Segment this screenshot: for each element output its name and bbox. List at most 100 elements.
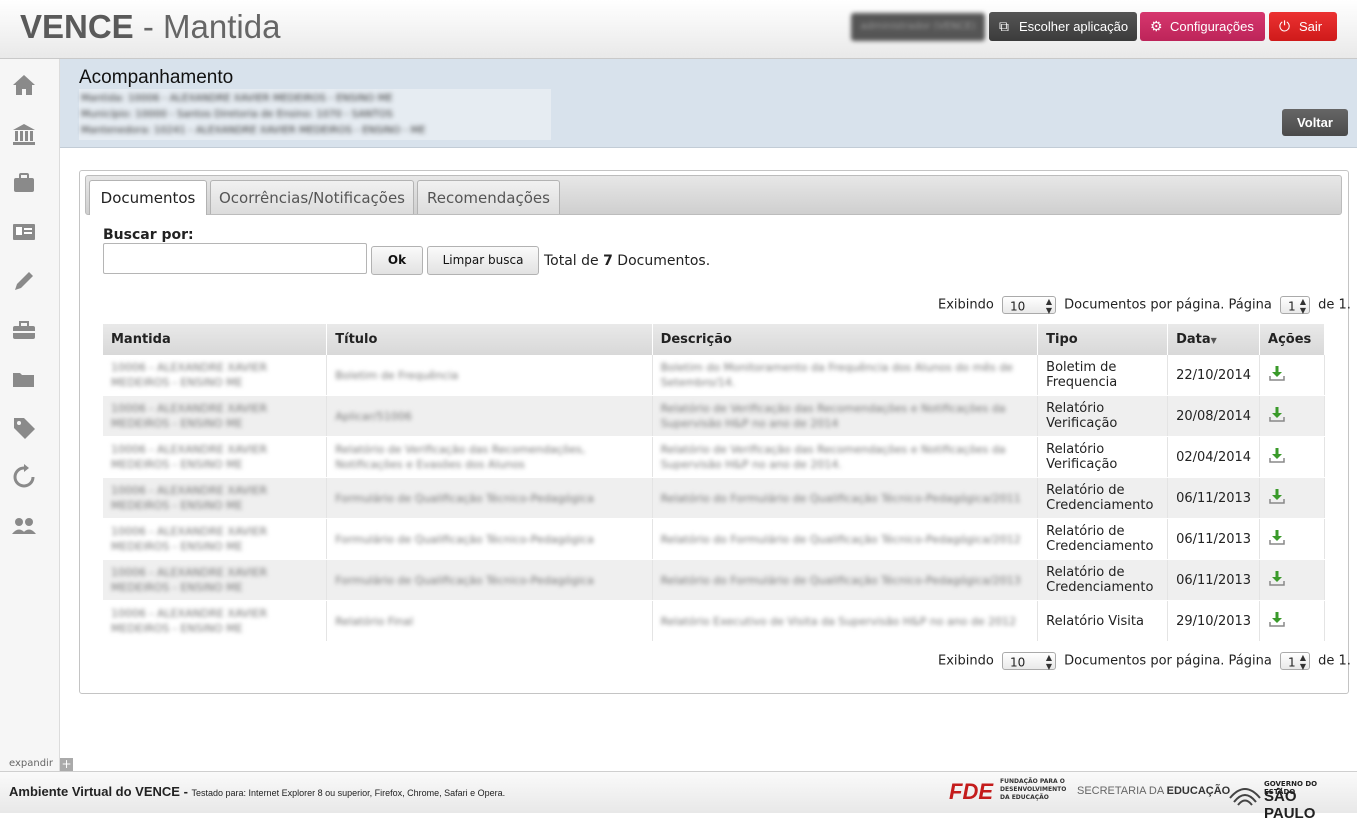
footer: Ambiente Virtual do VENCE - Testado para… <box>0 771 1357 822</box>
window-icon: ⧉ <box>999 18 1009 34</box>
cell-data: 02/04/2014 <box>1167 436 1261 478</box>
select-arrows-icon: ▲ ▼ <box>1299 297 1306 315</box>
cell-mantida: 10006 - ALEXANDRE XAVIER MEDEIROS - ENSI… <box>103 395 328 437</box>
pager-showing: Exibindo <box>938 653 994 669</box>
briefcase-icon[interactable] <box>10 169 38 197</box>
cell-titulo: Relatório de Verificação das Recomendaçõ… <box>326 436 653 478</box>
tag-icon[interactable] <box>10 414 38 442</box>
cell-acoes <box>1259 395 1325 437</box>
col-descricao[interactable]: Descrição <box>652 324 1039 355</box>
col-mantida[interactable]: Mantida <box>103 324 328 355</box>
settings-button[interactable]: ⚙ Configurações <box>1140 12 1265 41</box>
table-row: 10006 - ALEXANDRE XAVIER MEDEIROS - ENSI… <box>103 559 1325 601</box>
folder-icon[interactable] <box>10 365 38 393</box>
select-arrows-icon: ▲ ▼ <box>1299 653 1306 671</box>
cell-acoes <box>1259 477 1325 519</box>
page-select[interactable]: 1 ▲ ▼ <box>1279 652 1310 671</box>
cell-descricao: Relatório de Verificação das Recomendaçõ… <box>652 395 1039 437</box>
toolbox-icon[interactable] <box>10 316 38 344</box>
tab-bar: Documentos Ocorrências/Notificações Reco… <box>85 175 1342 215</box>
pager-of-text: de 1. <box>1318 653 1351 669</box>
gov-emblem-icon <box>1229 788 1261 806</box>
page-select[interactable]: 1 ▲ ▼ <box>1279 296 1310 315</box>
table-row: 10006 - ALEXANDRE XAVIER MEDEIROS - ENSI… <box>103 477 1325 519</box>
cell-acoes <box>1259 600 1325 642</box>
cell-tipo: Relatório de Credenciamento <box>1037 477 1169 519</box>
col-data[interactable]: Data▼ <box>1167 324 1261 355</box>
col-titulo[interactable]: Título <box>326 324 653 355</box>
cell-tipo: Relatório de Credenciamento <box>1037 559 1169 601</box>
cell-acoes <box>1259 355 1325 396</box>
cell-mantida: 10006 - ALEXANDRE XAVIER MEDEIROS - ENSI… <box>103 600 328 642</box>
footer-title: Ambiente Virtual do VENCE - Testado para… <box>9 784 506 799</box>
cell-mantida: 10006 - ALEXANDRE XAVIER MEDEIROS - ENSI… <box>103 436 328 478</box>
user-badge[interactable]: administrador (VENCE) <box>851 13 985 41</box>
download-icon[interactable] <box>1268 448 1286 468</box>
per-page-select[interactable]: 10 ▲ ▼ <box>1001 296 1056 315</box>
info-line: Mantida: 10006 - ALEXANDRE XAVIER MEDEIR… <box>81 93 393 104</box>
cell-descricao: Relatório do Formulário de Qualificação … <box>652 518 1039 560</box>
total-documents: Total de 7 Documentos. <box>544 253 711 269</box>
cell-titulo: Formulário de Qualificação Técnico-Pedag… <box>326 559 653 601</box>
table-row: 10006 - ALEXANDRE XAVIER MEDEIROS - ENSI… <box>103 518 1325 560</box>
expand-label: expandir <box>9 758 53 769</box>
brand-title: VENCE - Mantida <box>20 8 281 45</box>
cell-tipo: Boletim de Frequencia <box>1037 355 1169 396</box>
cell-titulo: Formulário de Qualificação Técnico-Pedag… <box>326 518 653 560</box>
gear-icon: ⚙ <box>1150 18 1163 34</box>
cell-data: 06/11/2013 <box>1167 518 1261 560</box>
users-icon[interactable] <box>10 512 38 540</box>
secretaria-logo: SECRETARIA DA EDUCAÇÃO <box>1077 785 1231 797</box>
home-icon[interactable] <box>10 71 38 99</box>
pencil-icon[interactable] <box>10 267 38 295</box>
tab-ocorrencias[interactable]: Ocorrências/Notificações <box>210 180 414 214</box>
cell-tipo: Relatório Visita <box>1037 600 1169 642</box>
plus-icon[interactable]: + <box>60 758 73 771</box>
cell-titulo: Relatório Final <box>326 600 653 642</box>
download-icon[interactable] <box>1268 407 1286 427</box>
cell-descricao: Relatório do Formulário de Qualificação … <box>652 477 1039 519</box>
sort-desc-icon: ▼ <box>1210 336 1217 345</box>
info-line: Município: 10000 - Santos Diretoria de E… <box>81 109 393 120</box>
download-icon[interactable] <box>1268 612 1286 632</box>
cell-descricao: Relatório do Formulário de Qualificação … <box>652 559 1039 601</box>
table-row: 10006 - ALEXANDRE XAVIER MEDEIROS - ENSI… <box>103 436 1325 478</box>
download-icon[interactable] <box>1268 530 1286 550</box>
cell-descricao: Relatório de Verificação das Recomendaçõ… <box>652 436 1039 478</box>
download-icon[interactable] <box>1268 489 1286 509</box>
back-button[interactable]: Voltar <box>1282 109 1348 136</box>
refresh-icon[interactable] <box>10 463 38 491</box>
clear-search-button[interactable]: Limpar busca <box>427 246 539 275</box>
tab-recomendacoes[interactable]: Recomendações <box>417 180 560 214</box>
search-label: Buscar por: <box>103 227 194 243</box>
search-input[interactable] <box>103 243 367 274</box>
power-icon: ⏻ <box>1279 18 1291 34</box>
id-card-icon[interactable] <box>10 218 38 246</box>
tab-documentos[interactable]: Documentos <box>89 180 207 215</box>
cell-data: 06/11/2013 <box>1167 559 1261 601</box>
select-arrows-icon: ▲ ▼ <box>1045 653 1052 671</box>
fde-subtitle: FUNDAÇÃO PARA O DESENVOLVIMENTO DA EDUCAÇÃ… <box>1000 778 1067 801</box>
per-page-select[interactable]: 10 ▲ ▼ <box>1001 652 1056 671</box>
sidebar <box>0 59 60 771</box>
logout-button[interactable]: ⏻ Sair <box>1269 12 1337 41</box>
expand-sidebar[interactable]: expandir + <box>0 756 76 772</box>
cell-data: 06/11/2013 <box>1167 477 1261 519</box>
pager-bottom: Exibindo 10 ▲ ▼ Documentos por página. Pág… <box>938 652 1351 671</box>
pager-top: Exibindo 10 ▲ ▼ Documentos por página. Pág… <box>938 296 1351 315</box>
app-header: VENCE - Mantida administrador (VENCE) ⧉ … <box>0 0 1357 59</box>
bank-icon[interactable] <box>10 120 38 148</box>
table-row: 10006 - ALEXANDRE XAVIER MEDEIROS - ENSI… <box>103 355 1325 396</box>
download-icon[interactable] <box>1268 366 1286 386</box>
cell-data: 22/10/2014 <box>1167 355 1261 396</box>
choose-app-button[interactable]: ⧉ Escolher aplicação <box>989 12 1137 41</box>
fde-logo: FDE <box>949 779 993 804</box>
info-line: Mantenedora: 10241 - ALEXANDRE XAVIER ME… <box>81 125 426 136</box>
ok-button[interactable]: Ok <box>371 246 423 275</box>
cell-data: 20/08/2014 <box>1167 395 1261 437</box>
cell-tipo: Relatório de Credenciamento <box>1037 518 1169 560</box>
documents-panel: Documentos Ocorrências/Notificações Reco… <box>79 170 1351 694</box>
pager-of-text: de 1. <box>1318 297 1351 313</box>
download-icon[interactable] <box>1268 571 1286 591</box>
col-tipo[interactable]: Tipo <box>1037 324 1169 355</box>
